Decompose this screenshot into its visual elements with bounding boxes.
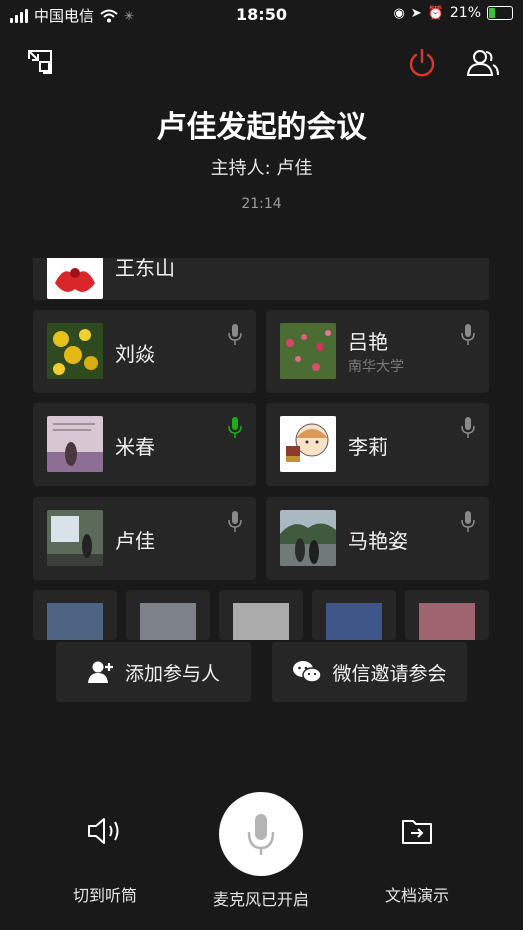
earpiece-button[interactable]: 切到听筒 — [55, 816, 155, 906]
participant-card[interactable]: 李莉 — [266, 403, 489, 486]
participant-card[interactable] — [312, 590, 396, 640]
participant-name: 李莉 — [348, 435, 388, 459]
avatar — [47, 510, 103, 566]
participant-org: 南华大学 — [348, 359, 404, 375]
minimize-button[interactable] — [26, 48, 58, 80]
participant-name: 马艳姿 — [348, 529, 408, 553]
end-meeting-button[interactable] — [407, 48, 439, 80]
avatar — [280, 323, 336, 379]
participant-card[interactable]: 卢佳 — [33, 497, 256, 580]
wechat-invite-button[interactable]: 微信邀请参会 — [272, 642, 467, 702]
avatar — [326, 603, 382, 640]
meeting-title: 卢佳发起的会议 — [156, 110, 367, 145]
mic-active-icon — [228, 417, 242, 438]
participant-name: 吕艳 — [348, 330, 388, 354]
add-participant-label: 添加参与人 — [124, 662, 220, 685]
participant-card[interactable] — [33, 590, 117, 640]
avatar — [140, 603, 196, 640]
participant-card[interactable]: 吕艳 南华大学 — [266, 310, 489, 393]
avatar — [47, 416, 103, 472]
mic-icon — [228, 324, 242, 345]
wechat-icon — [293, 661, 323, 683]
avatar — [47, 603, 103, 640]
mic-icon — [228, 511, 242, 532]
avatar — [47, 323, 103, 379]
participant-name: 刘焱 — [115, 342, 155, 366]
doc-present-label: 文档演示 — [384, 886, 449, 905]
participant-card[interactable] — [126, 590, 210, 640]
mic-status-label: 麦克风已开启 — [212, 890, 309, 909]
battery-icon — [487, 6, 513, 20]
doc-present-button[interactable]: 文档演示 — [367, 816, 467, 906]
participant-card[interactable]: 米春 — [33, 403, 256, 486]
mic-icon — [247, 814, 275, 855]
meeting-timer: 21:14 — [241, 196, 282, 212]
members-button[interactable] — [466, 48, 499, 80]
avatar — [280, 416, 336, 472]
earpiece-label: 切到听筒 — [72, 886, 137, 905]
members-icon — [466, 50, 499, 76]
location-icon: ➤ — [410, 5, 422, 21]
mic-toggle-button[interactable] — [219, 792, 303, 876]
minimize-icon — [28, 50, 52, 74]
add-user-icon — [87, 661, 113, 683]
power-icon — [409, 48, 435, 77]
participant-card[interactable]: 马艳姿 — [266, 497, 489, 580]
add-participant-button[interactable]: 添加参与人 — [56, 642, 251, 702]
participant-card[interactable] — [405, 590, 489, 640]
participant-name: 米春 — [115, 435, 155, 459]
doc-share-icon — [402, 820, 432, 844]
avatar — [233, 603, 289, 640]
status-bar: 中国电信 ✳ 18:50 ◉ ➤ ⏰ 21% — [0, 0, 523, 30]
participant-card[interactable]: 王东山 — [33, 258, 489, 300]
participant-list[interactable]: 王东山 刘焱 吕艳 南华大学 米春 李莉 卢佳 马艳姿 — [33, 258, 489, 640]
rotation-lock-icon: ◉ — [393, 5, 405, 21]
participant-name: 王东山 — [115, 258, 175, 280]
avatar — [47, 258, 103, 299]
participant-card[interactable] — [219, 590, 303, 640]
wechat-invite-label: 微信邀请参会 — [332, 662, 447, 685]
mic-icon — [461, 324, 475, 345]
participant-name: 卢佳 — [115, 529, 155, 553]
alarm-icon: ⏰ — [427, 5, 444, 21]
avatar — [280, 510, 336, 566]
avatar — [419, 603, 475, 640]
speaker-icon — [88, 818, 119, 844]
mic-icon — [461, 511, 475, 532]
battery-percent: 21% — [449, 5, 481, 21]
mic-icon — [461, 417, 475, 438]
host-label: 主持人: 卢佳 — [210, 158, 313, 179]
participant-card[interactable]: 刘焱 — [33, 310, 256, 393]
